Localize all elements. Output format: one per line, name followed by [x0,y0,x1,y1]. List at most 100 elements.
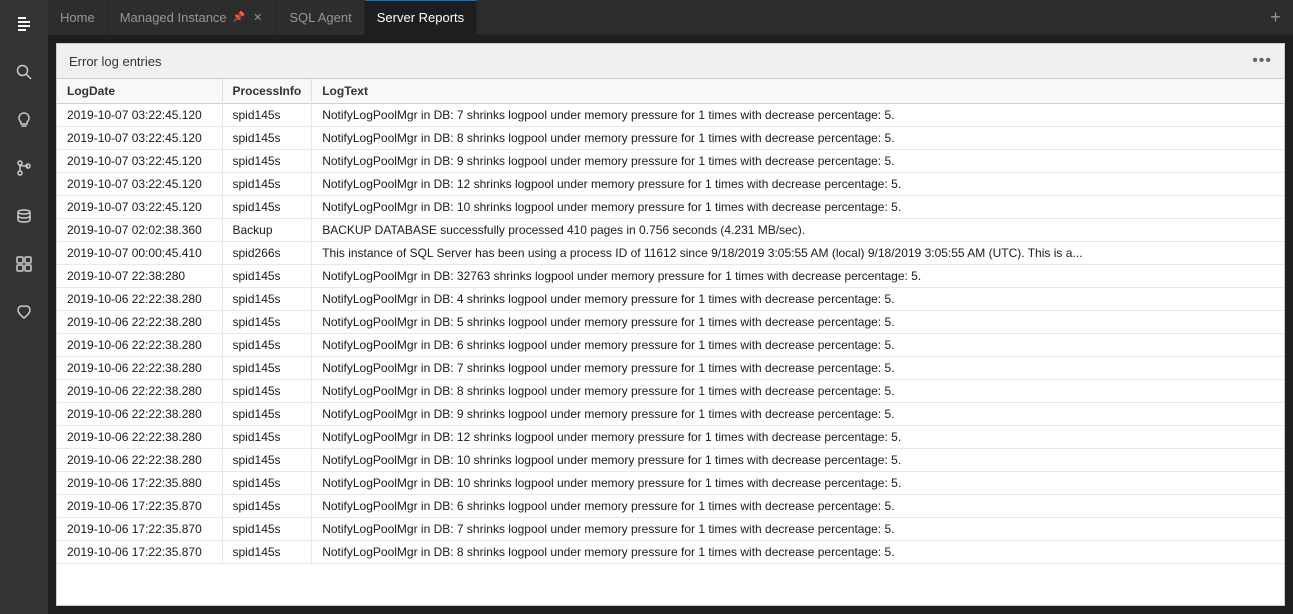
cell-logtext: NotifyLogPoolMgr in DB: 7 shrinks logpoo… [312,518,1284,541]
table-row: 2019-10-06 22:22:38.280spid145sNotifyLog… [57,357,1284,380]
tab-sql-agent[interactable]: SQL Agent [277,0,364,35]
error-log-panel: Error log entries ••• LogDate ProcessInf… [56,43,1285,606]
table-row: 2019-10-06 22:22:38.280spid145sNotifyLog… [57,380,1284,403]
cell-logdate: 2019-10-07 02:02:38.360 [57,219,222,242]
cell-logdate: 2019-10-06 22:22:38.280 [57,357,222,380]
cell-logdate: 2019-10-06 17:22:35.870 [57,541,222,564]
git-branch-icon[interactable] [0,144,48,192]
cell-processinfo: spid145s [222,265,312,288]
panel-title: Error log entries [69,54,161,69]
table-row: 2019-10-07 03:22:45.120spid145sNotifyLog… [57,150,1284,173]
search-icon[interactable] [0,48,48,96]
table-row: 2019-10-06 22:22:38.280spid145sNotifyLog… [57,403,1284,426]
col-processinfo: ProcessInfo [222,79,312,104]
cell-logdate: 2019-10-06 22:22:38.280 [57,449,222,472]
table-row: 2019-10-07 03:22:45.120spid145sNotifyLog… [57,173,1284,196]
table-container[interactable]: LogDate ProcessInfo LogText 2019-10-07 0… [57,79,1284,605]
table-row: 2019-10-07 22:38:280spid145sNotifyLogPoo… [57,265,1284,288]
table-row: 2019-10-06 17:22:35.870spid145sNotifyLog… [57,541,1284,564]
sidebar [0,0,48,614]
table-row: 2019-10-07 03:22:45.120spid145sNotifyLog… [57,196,1284,219]
cell-logtext: NotifyLogPoolMgr in DB: 6 shrinks logpoo… [312,495,1284,518]
content-area: Error log entries ••• LogDate ProcessInf… [48,35,1293,614]
cell-logdate: 2019-10-06 17:22:35.880 [57,472,222,495]
tab-home[interactable]: Home [48,0,108,35]
cell-logtext: NotifyLogPoolMgr in DB: 10 shrinks logpo… [312,196,1284,219]
cell-logtext: NotifyLogPoolMgr in DB: 10 shrinks logpo… [312,449,1284,472]
cell-processinfo: spid145s [222,495,312,518]
cell-logdate: 2019-10-06 22:22:38.280 [57,380,222,403]
cell-logdate: 2019-10-07 00:00:45.410 [57,242,222,265]
cell-logdate: 2019-10-07 22:38:280 [57,265,222,288]
cell-logtext: NotifyLogPoolMgr in DB: 8 shrinks logpoo… [312,541,1284,564]
cell-processinfo: spid266s [222,242,312,265]
table-row: 2019-10-06 17:22:35.870spid145sNotifyLog… [57,518,1284,541]
cell-logdate: 2019-10-07 03:22:45.120 [57,127,222,150]
col-logtext: LogText [312,79,1284,104]
tab-server-reports[interactable]: Server Reports [365,0,477,35]
table-row: 2019-10-07 03:22:45.120spid145sNotifyLog… [57,127,1284,150]
cell-processinfo: spid145s [222,127,312,150]
table-header-row: LogDate ProcessInfo LogText [57,79,1284,104]
cell-logdate: 2019-10-06 22:22:38.280 [57,403,222,426]
table-row: 2019-10-06 22:22:38.280spid145sNotifyLog… [57,288,1284,311]
cell-logdate: 2019-10-07 03:22:45.120 [57,196,222,219]
cell-processinfo: spid145s [222,380,312,403]
table-row: 2019-10-07 03:22:45.120spid145sNotifyLog… [57,104,1284,127]
cell-logdate: 2019-10-07 03:22:45.120 [57,173,222,196]
new-tab-button[interactable]: + [1258,0,1293,35]
cell-processinfo: spid145s [222,334,312,357]
cell-logdate: 2019-10-06 22:22:38.280 [57,311,222,334]
cell-processinfo: spid145s [222,426,312,449]
cell-processinfo: spid145s [222,288,312,311]
table-row: 2019-10-06 22:22:38.280spid145sNotifyLog… [57,449,1284,472]
cell-logtext: NotifyLogPoolMgr in DB: 9 shrinks logpoo… [312,150,1284,173]
cell-logdate: 2019-10-07 03:22:45.120 [57,104,222,127]
lightbulb-icon[interactable] [0,96,48,144]
cell-processinfo: spid145s [222,196,312,219]
panel-header: Error log entries ••• [57,44,1284,79]
tab-managed-instance[interactable]: Managed Instance 📌 ✕ [108,0,278,35]
cell-processinfo: spid145s [222,173,312,196]
col-logdate: LogDate [57,79,222,104]
cell-logtext: NotifyLogPoolMgr in DB: 7 shrinks logpoo… [312,104,1284,127]
cell-logdate: 2019-10-06 22:22:38.280 [57,334,222,357]
cell-processinfo: spid145s [222,518,312,541]
tab-pin-icon: 📌 [233,12,245,23]
extensions-icon[interactable] [0,240,48,288]
cell-logdate: 2019-10-07 03:22:45.120 [57,150,222,173]
table-row: 2019-10-06 22:22:38.280spid145sNotifyLog… [57,311,1284,334]
tab-server-reports-label: Server Reports [377,10,464,25]
cell-logtext: NotifyLogPoolMgr in DB: 12 shrinks logpo… [312,173,1284,196]
table-row: 2019-10-07 02:02:38.360BackupBACKUP DATA… [57,219,1284,242]
cell-processinfo: spid145s [222,403,312,426]
cell-processinfo: spid145s [222,150,312,173]
cell-processinfo: spid145s [222,311,312,334]
cell-logdate: 2019-10-06 17:22:35.870 [57,495,222,518]
cell-logdate: 2019-10-06 22:22:38.280 [57,288,222,311]
tab-managed-instance-close[interactable]: ✕ [251,10,264,25]
cell-logtext: NotifyLogPoolMgr in DB: 6 shrinks logpoo… [312,334,1284,357]
files-icon[interactable] [0,0,48,48]
cell-processinfo: spid145s [222,357,312,380]
tab-home-label: Home [60,10,95,25]
cell-logtext: This instance of SQL Server has been usi… [312,242,1284,265]
table-row: 2019-10-06 17:22:35.880spid145sNotifyLog… [57,472,1284,495]
panel-menu-button[interactable]: ••• [1252,52,1272,70]
cell-logtext: NotifyLogPoolMgr in DB: 4 shrinks logpoo… [312,288,1284,311]
table-row: 2019-10-06 22:22:38.280spid145sNotifyLog… [57,426,1284,449]
cell-processinfo: spid145s [222,472,312,495]
cell-processinfo: spid145s [222,541,312,564]
table-row: 2019-10-06 22:22:38.280spid145sNotifyLog… [57,334,1284,357]
cell-logtext: NotifyLogPoolMgr in DB: 12 shrinks logpo… [312,426,1284,449]
cell-logtext: BACKUP DATABASE successfully processed 4… [312,219,1284,242]
cell-logtext: NotifyLogPoolMgr in DB: 9 shrinks logpoo… [312,403,1284,426]
heart-icon[interactable] [0,288,48,336]
database-icon[interactable] [0,192,48,240]
cell-processinfo: Backup [222,219,312,242]
table-row: 2019-10-07 00:00:45.410spid266sThis inst… [57,242,1284,265]
cell-logtext: NotifyLogPoolMgr in DB: 10 shrinks logpo… [312,472,1284,495]
cell-logtext: NotifyLogPoolMgr in DB: 8 shrinks logpoo… [312,127,1284,150]
cell-logtext: NotifyLogPoolMgr in DB: 32763 shrinks lo… [312,265,1284,288]
cell-logtext: NotifyLogPoolMgr in DB: 7 shrinks logpoo… [312,357,1284,380]
